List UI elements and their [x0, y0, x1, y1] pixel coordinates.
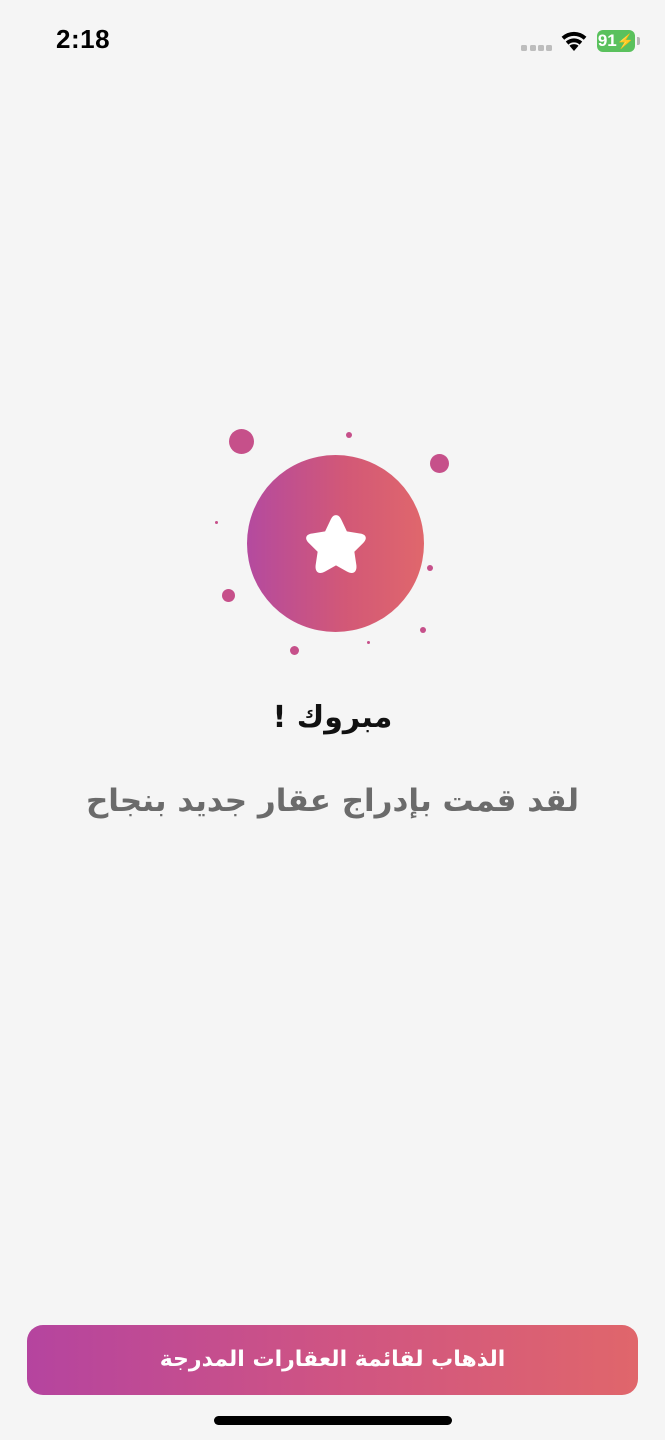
decor-dot	[229, 429, 254, 454]
battery-indicator: 91⚡	[597, 30, 635, 52]
decor-dot	[430, 454, 449, 473]
go-to-listed-properties-button[interactable]: الذهاب لقائمة العقارات المدرجة	[27, 1325, 638, 1395]
status-time: 2:18	[56, 24, 111, 54]
status-bar: 2:18 91⚡	[0, 0, 665, 80]
decor-dot	[290, 646, 299, 655]
success-message: لقد قمت بإدراج عقار جديد بنجاح	[85, 783, 580, 819]
decor-dot	[346, 432, 352, 438]
star-icon	[306, 515, 366, 573]
decor-dot	[427, 565, 433, 571]
decor-dot	[420, 627, 426, 633]
cellular-signal-icon	[521, 45, 553, 51]
battery-level: 91	[597, 31, 617, 50]
charging-bolt-icon: ⚡	[616, 33, 635, 49]
success-title: مبروك !	[272, 700, 393, 735]
home-indicator[interactable]	[214, 1416, 452, 1425]
wifi-icon	[561, 31, 587, 51]
decor-dot	[222, 589, 235, 602]
battery-cap	[637, 37, 640, 45]
decor-dot	[215, 521, 218, 524]
decor-dot	[367, 641, 370, 644]
